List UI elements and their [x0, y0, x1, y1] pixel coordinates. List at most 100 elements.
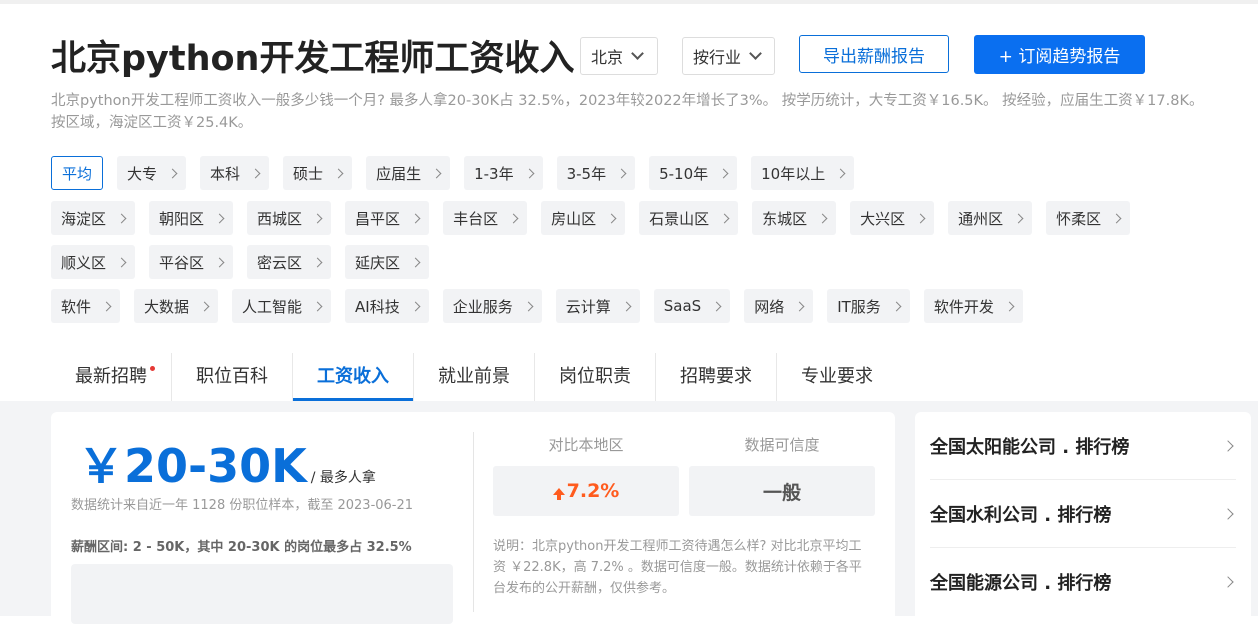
filter-tag[interactable]: 西城区 [247, 201, 332, 235]
chevron-right-icon [410, 301, 421, 311]
chevron-right-icon [1222, 507, 1234, 520]
filter-tag-label: 延庆区 [355, 253, 401, 272]
filter-tag[interactable]: 通州区 [948, 201, 1033, 235]
filter-tag[interactable]: 3-5年 [556, 156, 636, 190]
filter-tag-label: IT服务 [837, 297, 881, 316]
filter-tag[interactable]: IT服务 [827, 289, 910, 323]
chevron-right-icon [817, 213, 828, 223]
filter-tag[interactable]: 丰台区 [443, 201, 528, 235]
page-title: 北京python开发工程师工资收入 [51, 39, 575, 79]
filter-tag[interactable]: 怀柔区 [1046, 201, 1131, 235]
filter-tag-label: 10年以上 [761, 164, 826, 183]
industry-select[interactable]: 按行业 [682, 37, 775, 75]
filter-tag-label: AI科技 [355, 297, 400, 316]
filter-tag[interactable]: 昌平区 [345, 201, 430, 235]
trust-label: 数据可信度 [744, 436, 820, 454]
trust-value: 一般 [762, 481, 801, 504]
filter-tag-label: 软件 [61, 297, 92, 316]
filter-tag[interactable]: 5-10年 [649, 156, 738, 190]
filter-tag-label: 硕士 [293, 164, 324, 183]
filter-tag-label: SaaS [663, 297, 702, 315]
filter-tag[interactable]: 大兴区 [850, 201, 935, 235]
compare-local-value: 7.2% [566, 480, 620, 502]
filter-tag[interactable]: 人工智能 [232, 289, 332, 323]
filter-tag[interactable]: 网络 [744, 289, 814, 323]
tab-latest-jobs[interactable]: 最新招聘 [51, 353, 172, 401]
filter-tag-label: 1-3年 [474, 164, 514, 183]
filter-tag-label: 大兴区 [860, 209, 906, 228]
ranking-item[interactable]: 全国能源公司 . 排行榜 [930, 548, 1236, 616]
chevron-right-icon [214, 213, 225, 223]
subscribe-button[interactable]: + 订阅趋势报告 [974, 35, 1145, 74]
chevron-right-icon [1004, 301, 1015, 311]
chevron-right-icon [410, 257, 421, 267]
filter-tag-label: 平谷区 [159, 253, 205, 272]
city-select[interactable]: 北京 [580, 37, 658, 75]
filter-tag-label: 海淀区 [61, 209, 107, 228]
filter-tag[interactable]: AI科技 [345, 289, 429, 323]
chevron-right-icon [718, 168, 729, 178]
tab-prospects[interactable]: 就业前景 [414, 353, 535, 401]
filter-tag[interactable]: 大专 [117, 156, 187, 190]
chevron-right-icon [835, 168, 846, 178]
filter-tag[interactable]: 本科 [200, 156, 270, 190]
filter-tag[interactable]: 顺义区 [51, 245, 136, 279]
salary-distribution-area [71, 564, 453, 624]
filter-tag-average[interactable]: 平均 [51, 156, 104, 190]
filter-tag[interactable]: 大数据 [134, 289, 219, 323]
filter-tag[interactable]: 10年以上 [751, 156, 855, 190]
chevron-right-icon [333, 168, 344, 178]
filter-tag[interactable]: 密云区 [247, 245, 332, 279]
filter-tag[interactable]: 硕士 [283, 156, 353, 190]
notification-dot-icon [150, 366, 155, 371]
chevron-right-icon [891, 301, 902, 311]
filter-tag[interactable]: 云计算 [555, 289, 640, 323]
chevron-right-icon [431, 168, 442, 178]
salary-range-note: 薪酬区间: 2 - 50K，其中 20-30K 的岗位最多占 32.5% [71, 540, 412, 555]
filter-tag-label: 企业服务 [452, 297, 513, 316]
filter-tag-label: 通州区 [958, 209, 1004, 228]
filter-tag-label: 平均 [62, 164, 93, 183]
tab-salary[interactable]: 工资收入 [293, 353, 414, 401]
filter-tag-label: 大数据 [144, 297, 190, 316]
tab-duties[interactable]: 岗位职责 [535, 353, 656, 401]
filter-tag[interactable]: 平谷区 [149, 245, 234, 279]
chevron-right-icon [915, 213, 926, 223]
ranking-item[interactable]: 全国太阳能公司 . 排行榜 [930, 412, 1236, 480]
city-select-value: 北京 [591, 48, 624, 67]
filter-row-industry: 软件 大数据 人工智能 AI科技 企业服务 云计算 SaaS 网络 IT服务 软… [51, 289, 1037, 323]
chevron-right-icon [794, 301, 805, 311]
filter-tag[interactable]: 房山区 [541, 201, 626, 235]
filter-row-education: 平均 大专 本科 硕士 应届生 1-3年 3-5年 5-10年 10年以上 [51, 156, 868, 190]
filter-tag[interactable]: 延庆区 [345, 245, 430, 279]
explanation-text: 说明：北京python开发工程师工资待遇怎么样? 对比北京平均工资 ￥22.8K… [493, 539, 862, 596]
filter-tag-label: 人工智能 [242, 297, 303, 316]
tab-job-wiki[interactable]: 职位百科 [172, 353, 293, 401]
chevron-right-icon [312, 301, 323, 311]
filter-tag[interactable]: 企业服务 [442, 289, 542, 323]
filter-tag-label: 西城区 [257, 209, 303, 228]
ranking-label: 全国能源公司 . 排行榜 [930, 573, 1112, 594]
filter-tag[interactable]: 东城区 [752, 201, 837, 235]
filter-tag[interactable]: 软件开发 [923, 289, 1023, 323]
filter-tag[interactable]: 软件 [51, 289, 121, 323]
filter-tag-label: 东城区 [762, 209, 808, 228]
chevron-right-icon [621, 301, 632, 311]
filter-tag[interactable]: 朝阳区 [149, 201, 234, 235]
arrow-up-icon [552, 487, 565, 500]
filter-row-district-2: 顺义区 平谷区 密云区 延庆区 [51, 245, 443, 279]
filter-tag[interactable]: 石景山区 [639, 201, 739, 235]
filter-tag-label: 密云区 [257, 253, 303, 272]
filter-tag[interactable]: SaaS [653, 289, 731, 323]
salary-note: / 最多人拿 [310, 470, 376, 486]
industry-select-value: 按行业 [693, 48, 742, 67]
export-report-button[interactable]: 导出薪酬报告 [799, 35, 949, 73]
tab-requirements[interactable]: 招聘要求 [656, 353, 777, 401]
filter-tag-label: 石景山区 [649, 209, 710, 228]
filter-tag[interactable]: 海淀区 [51, 201, 136, 235]
filter-tag[interactable]: 1-3年 [464, 156, 543, 190]
tab-majors[interactable]: 专业要求 [777, 353, 897, 401]
ranking-item[interactable]: 全国水利公司 . 排行榜 [930, 480, 1236, 548]
filter-tag[interactable]: 应届生 [366, 156, 451, 190]
chevron-right-icon [116, 213, 127, 223]
